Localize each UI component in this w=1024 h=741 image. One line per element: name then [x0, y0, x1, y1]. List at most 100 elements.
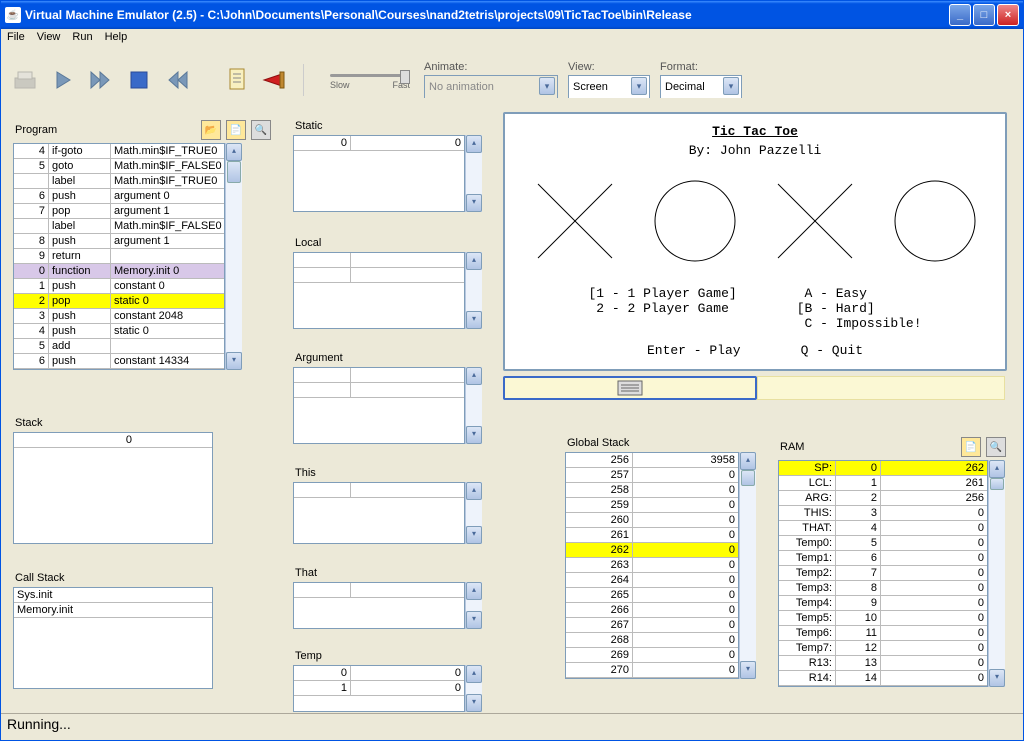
- table-row[interactable]: 1pushconstant 0: [14, 279, 224, 294]
- table-row[interactable]: 7popargument 1: [14, 204, 224, 219]
- table-row[interactable]: R14:140: [779, 671, 987, 686]
- table-row[interactable]: 2620: [566, 543, 738, 558]
- local-grid[interactable]: [293, 252, 465, 329]
- keyboard-input-bar[interactable]: [503, 376, 757, 400]
- stack-grid[interactable]: 0: [13, 432, 213, 544]
- menu-view[interactable]: View: [37, 31, 61, 50]
- temp-scrollbar[interactable]: ▴▾: [465, 665, 482, 712]
- table-row[interactable]: Temp2:70: [779, 566, 987, 581]
- table-row[interactable]: 9return: [14, 249, 224, 264]
- table-row[interactable]: 2popstatic 0: [14, 294, 224, 309]
- table-row[interactable]: 5add: [14, 339, 224, 354]
- table-row[interactable]: 4if-gotoMath.min$IF_TRUE0: [14, 144, 224, 159]
- table-row[interactable]: 2680: [566, 633, 738, 648]
- table-row[interactable]: 3pushconstant 2048: [14, 309, 224, 324]
- maximize-button[interactable]: □: [973, 4, 995, 26]
- table-row[interactable]: R13:130: [779, 656, 987, 671]
- open-folder-icon[interactable]: 📂: [201, 120, 221, 140]
- animate-combo: No animation: [424, 75, 558, 99]
- static-scrollbar[interactable]: ▴▾: [465, 135, 482, 212]
- table-row[interactable]: 2650: [566, 588, 738, 603]
- script-button[interactable]: [223, 66, 251, 94]
- new-file-icon[interactable]: 📄: [226, 120, 246, 140]
- table-row[interactable]: labelMath.min$IF_TRUE0: [14, 174, 224, 189]
- table-row[interactable]: 2600: [566, 513, 738, 528]
- titlebar[interactable]: ☕ Virtual Machine Emulator (2.5) - C:\Jo…: [1, 1, 1023, 29]
- argument-scrollbar[interactable]: ▴▾: [465, 367, 482, 444]
- format-combo[interactable]: Decimal: [660, 75, 742, 99]
- stack-value: 0: [14, 433, 135, 447]
- table-row[interactable]: 2590: [566, 498, 738, 513]
- global-stack-scrollbar[interactable]: ▴▾: [739, 452, 756, 679]
- table-row[interactable]: 00: [294, 666, 464, 681]
- program-title: Program: [15, 124, 57, 136]
- global-stack-grid[interactable]: 2563958257025802590260026102620263026402…: [565, 452, 739, 679]
- animate-label: Animate:: [424, 61, 558, 73]
- table-row[interactable]: 2670: [566, 618, 738, 633]
- fast-forward-button[interactable]: [87, 66, 115, 94]
- table-row[interactable]: 2700: [566, 663, 738, 678]
- table-row[interactable]: 2580: [566, 483, 738, 498]
- static-grid[interactable]: 00: [293, 135, 465, 212]
- table-row[interactable]: 2563958: [566, 453, 738, 468]
- table-row[interactable]: Temp1:60: [779, 551, 987, 566]
- table-row[interactable]: Temp0:50: [779, 536, 987, 551]
- table-row[interactable]: 10: [294, 681, 464, 696]
- table-row[interactable]: 5gotoMath.min$IF_FALSE0: [14, 159, 224, 174]
- table-row[interactable]: LCL:1261: [779, 476, 987, 491]
- breakpoint-button[interactable]: [261, 66, 289, 94]
- ram-scrollbar[interactable]: ▴▾: [988, 460, 1005, 687]
- table-row[interactable]: Temp6:110: [779, 626, 987, 641]
- table-row[interactable]: 6pushconstant 14334: [14, 354, 224, 369]
- menu-file[interactable]: File: [7, 31, 25, 50]
- ram-new-icon[interactable]: 📄: [961, 437, 981, 457]
- table-row[interactable]: ARG:2256: [779, 491, 987, 506]
- table-row[interactable]: Temp4:90: [779, 596, 987, 611]
- global-stack-panel: Global Stack 256395825702580259026002610…: [563, 433, 762, 681]
- table-row[interactable]: 2690: [566, 648, 738, 663]
- table-row[interactable]: 2630: [566, 558, 738, 573]
- step-button[interactable]: [49, 66, 77, 94]
- ram-grid[interactable]: SP:0262LCL:1261ARG:2256THIS:30THAT:40Tem…: [778, 460, 988, 687]
- that-scrollbar[interactable]: ▴▾: [465, 582, 482, 629]
- speed-slider[interactable]: SlowFast: [326, 71, 414, 90]
- table-row[interactable]: 2610: [566, 528, 738, 543]
- table-row[interactable]: Memory.init: [14, 603, 212, 618]
- callstack-grid[interactable]: Sys.initMemory.init: [13, 587, 213, 689]
- temp-grid[interactable]: 0010: [293, 665, 465, 712]
- argument-grid[interactable]: [293, 367, 465, 444]
- table-row[interactable]: 2640: [566, 573, 738, 588]
- table-row[interactable]: 4pushstatic 0: [14, 324, 224, 339]
- table-row[interactable]: 8pushargument 1: [14, 234, 224, 249]
- table-row[interactable]: Temp5:100: [779, 611, 987, 626]
- local-scrollbar[interactable]: ▴▾: [465, 252, 482, 329]
- this-scrollbar[interactable]: ▴▾: [465, 482, 482, 544]
- menu-run[interactable]: Run: [72, 31, 92, 50]
- menu-help[interactable]: Help: [105, 31, 128, 50]
- table-row[interactable]: labelMath.min$IF_FALSE0: [14, 219, 224, 234]
- view-combo[interactable]: Screen: [568, 75, 650, 99]
- table-row[interactable]: Temp3:80: [779, 581, 987, 596]
- table-row[interactable]: THIS:30: [779, 506, 987, 521]
- program-scrollbar[interactable]: ▴▾: [225, 143, 242, 370]
- table-row[interactable]: 6pushargument 0: [14, 189, 224, 204]
- table-row[interactable]: 0functionMemory.init 0: [14, 264, 224, 279]
- that-grid[interactable]: [293, 582, 465, 629]
- ram-find-icon[interactable]: 🔍: [986, 437, 1006, 457]
- table-row[interactable]: Temp7:120: [779, 641, 987, 656]
- table-row[interactable]: THAT:40: [779, 521, 987, 536]
- table-row[interactable]: Sys.init: [14, 588, 212, 603]
- table-row[interactable]: 2570: [566, 468, 738, 483]
- keyboard-output: [757, 376, 1005, 400]
- rewind-button[interactable]: [163, 66, 191, 94]
- close-button[interactable]: ×: [997, 4, 1019, 26]
- program-grid[interactable]: 4if-gotoMath.min$IF_TRUE05gotoMath.min$I…: [13, 143, 225, 370]
- table-row[interactable]: 2660: [566, 603, 738, 618]
- table-row[interactable]: 00: [294, 136, 464, 151]
- find-icon[interactable]: 🔍: [251, 120, 271, 140]
- that-title: That: [295, 567, 317, 579]
- this-grid[interactable]: [293, 482, 465, 544]
- table-row[interactable]: SP:0262: [779, 461, 987, 476]
- stop-button[interactable]: [125, 66, 153, 94]
- minimize-button[interactable]: _: [949, 4, 971, 26]
